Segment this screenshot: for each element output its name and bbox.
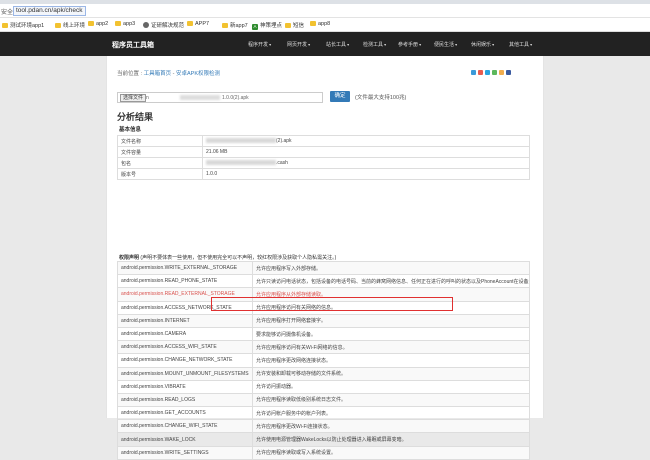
permission-desc: 允许应用程序更改Wi-Fi连接状态。 xyxy=(252,419,530,434)
security-label: 安全 xyxy=(1,10,14,16)
permission-row: android.permission.VIBRATE 允许访问振动器。 xyxy=(117,379,530,394)
highlight-box xyxy=(211,297,453,311)
permission-desc: 允许使用电源管理器WakeLocks以防止处理器进入睡眠或屏幕变暗。 xyxy=(252,432,530,447)
permission-name: android.permission.MOUNT_UNMOUNT_FILESYS… xyxy=(117,366,253,381)
table-row: 文件名称 (2).apk xyxy=(117,135,530,147)
folder-icon xyxy=(2,23,8,28)
bookmark-8[interactable]: A 神策埋点 xyxy=(252,21,282,30)
permission-desc: 允许应用程序读取或写入系统设置。 xyxy=(252,445,530,460)
permission-name: android.permission.READ_PHONE_STATE xyxy=(117,274,253,289)
bookmark-7[interactable]: 新app7 xyxy=(222,21,248,29)
choose-file-button[interactable]: 选择文件 xyxy=(120,94,147,102)
bookmark-4[interactable]: app3 xyxy=(115,21,135,27)
permission-row: android.permission.CAMERA 要求能够访问摄像机设备。 xyxy=(117,326,530,342)
permission-name: android.permission.WAKE_LOCK xyxy=(117,432,253,447)
table-row: 包名 .cash xyxy=(117,157,530,169)
permission-row: android.permission.MOUNT_UNMOUNT_FILESYS… xyxy=(117,366,530,381)
share-wechat-icon[interactable] xyxy=(492,70,497,75)
permission-name: android.permission.CAMERA xyxy=(117,326,253,342)
site-nav: 程序员工具箱 程序开发 网页开发 站长工具 检测工具 参考手册 便民生活 休闲娱… xyxy=(0,32,650,56)
nav-item-8[interactable]: 其他工具 xyxy=(509,41,532,48)
globe-icon xyxy=(143,22,149,28)
permission-row: android.permission.READ_LOGS 允许应用程序读取低级别系… xyxy=(117,392,530,408)
nav-item-6[interactable]: 便民生活 xyxy=(434,41,457,48)
max-size-note: (文件最大支持100兆) xyxy=(355,95,407,101)
permission-desc: 允许访问振动器。 xyxy=(252,379,530,394)
confirm-button[interactable]: 确定 xyxy=(330,91,350,102)
permission-name: android.permission.CHANGE_NETWORK_STATE xyxy=(117,353,253,368)
permission-desc: 允许安装和卸载可移动存储的文件系统。 xyxy=(252,366,530,381)
site-logo[interactable]: 程序员工具箱 xyxy=(112,40,154,50)
folder-icon xyxy=(222,23,228,28)
breadcrumb-home-link[interactable]: 工具箱首页 xyxy=(144,71,172,77)
folder-icon xyxy=(115,21,121,26)
basic-info-title: 基本信息 xyxy=(119,127,142,133)
breadcrumb: 当前位置 : 工具箱首页 - 安卓APK权限检测 xyxy=(117,71,221,77)
basic-info-table: 文件名称 (2).apk 文件容量 21.06 MB 包名 .cash 版本号 1.0.… xyxy=(117,135,530,180)
permission-name: android.permission.ACCESS_WIFI_STATE xyxy=(117,340,253,355)
permission-desc: 允许应用程序打开网络套接字。 xyxy=(252,313,530,328)
url-field[interactable]: tool.pdan.cn/apk/check xyxy=(13,6,86,16)
result-title: 分析结果 xyxy=(117,112,154,122)
permission-name: android.permission.VIBRATE xyxy=(117,379,253,394)
nav-item-2[interactable]: 网页开发 xyxy=(287,41,310,48)
site-icon: A xyxy=(252,24,258,30)
redacted-value xyxy=(206,138,276,144)
nav-item-4[interactable]: 检测工具 xyxy=(363,41,386,48)
redacted-value xyxy=(206,160,276,166)
permission-desc: 允许只读访问电话状态，包括设备的电话号码、当前的蜂窝网络信息、任何正在进行的呼叫… xyxy=(252,274,530,289)
share-qq-icon[interactable] xyxy=(485,70,490,75)
file-input[interactable]: 选择文件 n 1.0.0(2).apk xyxy=(117,92,323,103)
permission-row: android.permission.CHANGE_WIFI_STATE 允许应用… xyxy=(117,419,530,434)
share-weibo-icon[interactable] xyxy=(478,70,483,75)
file-name-prefix: n xyxy=(146,95,149,101)
permission-row: android.permission.WAKE_LOCK 允许使用电源管理器Wak… xyxy=(117,432,530,447)
file-name-redacted xyxy=(180,95,220,100)
bookmark-6[interactable]: APP7 xyxy=(187,21,209,27)
bookmark-2[interactable]: 线上环境 xyxy=(55,21,85,29)
bookmark-5[interactable]: 证研解决规范 xyxy=(143,21,184,29)
breadcrumb-current-link[interactable]: 安卓APK权限检测 xyxy=(176,71,220,77)
share-more-icon[interactable] xyxy=(499,70,504,75)
bookmark-10[interactable]: app8 xyxy=(310,21,330,27)
nav-item-7[interactable]: 休闲娱乐 xyxy=(471,41,494,48)
folder-icon xyxy=(88,21,94,26)
permission-row: android.permission.CHANGE_NETWORK_STATE 允… xyxy=(117,353,530,368)
permission-desc: 允许应用程序读取低级别系统日志文件。 xyxy=(252,392,530,408)
nav-item-1[interactable]: 程序开发 xyxy=(248,41,271,48)
folder-icon xyxy=(310,21,316,26)
permission-desc: 允许应用程序写入外部存储。 xyxy=(252,260,530,276)
permission-name: android.permission.WRITE_EXTERNAL_STORAG… xyxy=(117,260,253,276)
share-renren-icon[interactable] xyxy=(506,70,511,75)
file-name-suffix: 1.0.0(2).apk xyxy=(222,95,249,101)
permissions-title: 权限声明 (声明不要体表一些使用，但不使用完全可以不声明，较红权限涉及获取个人隐… xyxy=(119,255,337,261)
bookmark-9[interactable]: 短信 xyxy=(285,21,304,29)
bookmark-3[interactable]: app2 xyxy=(88,21,108,27)
permission-desc: 允许应用程序更改网络连接状态。 xyxy=(252,353,530,368)
permission-name: android.permission.READ_LOGS xyxy=(117,392,253,408)
content-panel: 当前位置 : 工具箱首页 - 安卓APK权限检测 选择文件 n 1.0.0(2)… xyxy=(106,56,544,460)
permission-row: android.permission.READ_PHONE_STATE 允许只读访… xyxy=(117,274,530,289)
share-qzone-icon[interactable] xyxy=(471,70,476,75)
permission-row: android.permission.ACCESS_WIFI_STATE 允许应用… xyxy=(117,340,530,355)
table-row: 文件容量 21.06 MB xyxy=(117,146,530,158)
table-row: 版本号 1.0.0 xyxy=(117,168,530,180)
permissions-table: android.permission.WRITE_EXTERNAL_STORAG… xyxy=(117,260,530,460)
permission-desc: 允许应用程序访问有关Wi-Fi网络的信息。 xyxy=(252,340,530,355)
folder-icon xyxy=(187,21,193,26)
permission-name: android.permission.CHANGE_WIFI_STATE xyxy=(117,419,253,434)
address-bar[interactable]: 安全 tool.pdan.cn/apk/check xyxy=(0,4,650,18)
nav-item-5[interactable]: 参考手册 xyxy=(398,41,421,48)
permission-name: android.permission.INTERNET xyxy=(117,313,253,328)
folder-icon xyxy=(55,23,61,28)
bookmark-1[interactable]: 测试环境app1 xyxy=(2,21,44,29)
permission-row: android.permission.WRITE_EXTERNAL_STORAG… xyxy=(117,260,530,276)
permission-row: android.permission.INTERNET 允许应用程序打开网络套接字… xyxy=(117,313,530,328)
bookmarks-bar: 测试环境app1 线上环境 app2 app3 证研解决规范 APP7 新app… xyxy=(0,18,650,32)
permission-name: android.permission.WRITE_SETTINGS xyxy=(117,445,253,460)
nav-item-3[interactable]: 站长工具 xyxy=(326,41,349,48)
permission-row: android.permission.WRITE_SETTINGS 允许应用程序读… xyxy=(117,445,530,460)
folder-icon xyxy=(285,23,291,28)
permission-desc: 要求能够访问摄像机设备。 xyxy=(252,326,530,342)
